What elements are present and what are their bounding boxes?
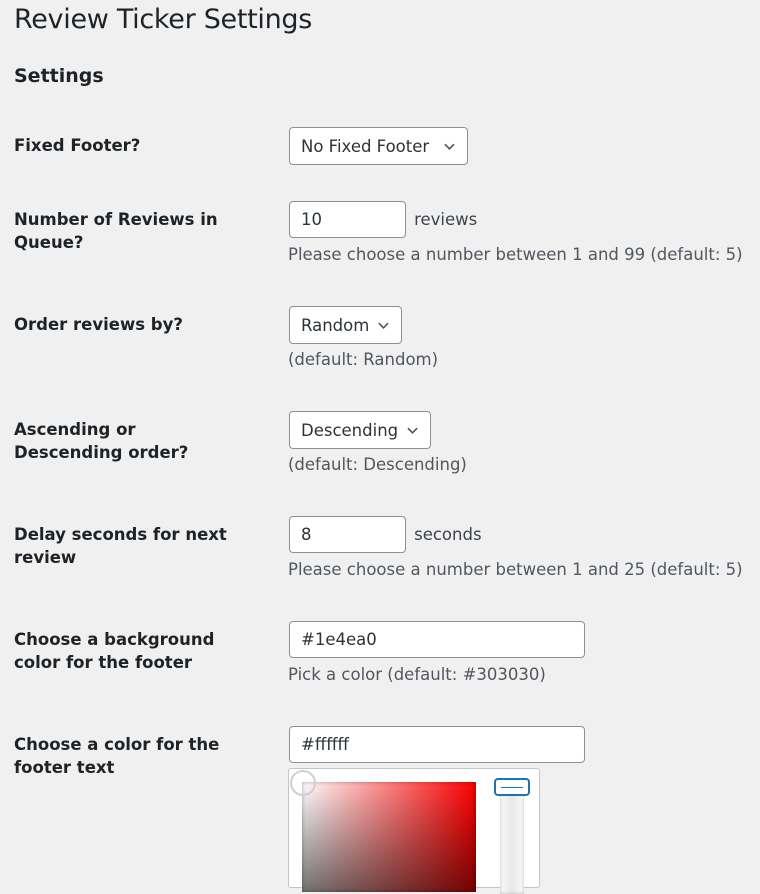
order-by-select[interactable]: Random <box>289 306 403 344</box>
sort-direction-label: Ascending or Descending order? <box>14 420 189 462</box>
hue-slider[interactable] <box>500 794 524 894</box>
chevron-down-icon <box>444 143 455 150</box>
order-by-label: Order reviews by? <box>14 315 183 334</box>
reviews-in-queue-label: Number of Reviews in Queue? <box>14 210 218 252</box>
fixed-footer-select[interactable]: No Fixed Footer <box>289 127 468 165</box>
reviews-suffix: reviews <box>414 210 478 229</box>
sort-direction-select[interactable]: Descending <box>289 411 432 449</box>
saturation-area[interactable] <box>302 782 476 892</box>
background-color-description: Pick a color (default: #303030) <box>288 665 546 684</box>
background-color-label: Choose a background color for the footer <box>14 630 215 672</box>
chevron-down-icon <box>378 322 389 329</box>
order-by-description: (default: Random) <box>288 350 439 369</box>
sort-direction-description: (default: Descending) <box>288 455 467 474</box>
delay-seconds-label: Delay seconds for next review <box>14 525 227 567</box>
order-by-selected-value: Random <box>301 315 370 335</box>
saturation-handle[interactable] <box>290 770 316 796</box>
seconds-suffix: seconds <box>414 525 482 544</box>
delay-seconds-input[interactable] <box>289 516 406 553</box>
color-picker <box>288 768 540 894</box>
sort-direction-selected-value: Descending <box>301 420 399 440</box>
section-title: Settings <box>14 65 104 87</box>
delay-seconds-description: Please choose a number between 1 and 25 … <box>288 560 743 579</box>
text-color-input[interactable] <box>289 726 585 763</box>
fixed-footer-label: Fixed Footer? <box>14 136 141 155</box>
chevron-down-icon <box>407 427 418 434</box>
hue-slider-handle[interactable] <box>494 778 530 796</box>
reviews-in-queue-description: Please choose a number between 1 and 99 … <box>288 245 743 264</box>
text-color-label: Choose a color for the footer text <box>14 735 220 777</box>
reviews-in-queue-input[interactable] <box>289 201 406 238</box>
background-color-input[interactable] <box>289 621 585 658</box>
fixed-footer-selected-value: No Fixed Footer <box>301 136 430 156</box>
page-title: Review Ticker Settings <box>14 4 313 35</box>
